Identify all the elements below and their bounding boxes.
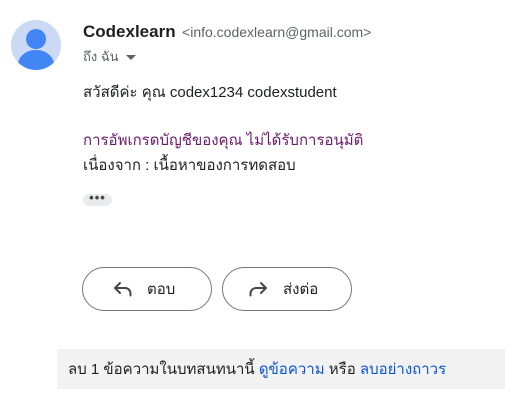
message-status: การอัพเกรดบัญชีของคุณ ไม่ได้รับการอนุมัต…: [83, 132, 364, 149]
person-icon: [17, 29, 55, 70]
forward-button[interactable]: ส่งต่อ: [222, 267, 352, 311]
recipient-label: ถึง ฉัน: [83, 49, 119, 64]
notice-or-text: หรือ: [328, 361, 356, 378]
caret-down-icon[interactable]: [125, 55, 136, 60]
sender-avatar[interactable]: [11, 20, 61, 70]
message-greeting: สวัสดีค่ะ คุณ codex1234 codexstudent: [83, 84, 337, 101]
notice-text: ลบ 1 ข้อความในบทสนทนานี้ ดูข้อความ หรือ …: [68, 357, 446, 381]
forward-arrow-icon: [247, 278, 269, 300]
sender-line: Codexlearn <info.codexlearn@gmail.com>: [83, 21, 371, 44]
view-message-link[interactable]: ดูข้อความ: [259, 361, 325, 378]
deleted-message-notice: ลบ 1 ข้อความในบทสนทนานี้ ดูข้อความ หรือ …: [57, 349, 505, 389]
reply-label: ตอบ: [147, 281, 176, 298]
forward-label: ส่งต่อ: [283, 281, 319, 298]
reply-button[interactable]: ตอบ: [82, 267, 212, 311]
ellipsis-icon: •••: [89, 190, 106, 205]
reply-arrow-icon: [112, 278, 134, 300]
show-trimmed-content-button[interactable]: •••: [83, 190, 112, 206]
notice-main-text: ลบ 1 ข้อความในบทสนทนานี้: [68, 361, 255, 378]
sender-name[interactable]: Codexlearn: [83, 22, 176, 41]
sender-email: <info.codexlearn@gmail.com>: [182, 24, 372, 40]
message-reason: เนื่องจาก : เนื้อหาของการทดสอบ: [83, 157, 296, 174]
delete-forever-link[interactable]: ลบอย่างถาวร: [360, 361, 446, 378]
recipient-details-toggle[interactable]: ถึง ฉัน: [83, 48, 136, 66]
